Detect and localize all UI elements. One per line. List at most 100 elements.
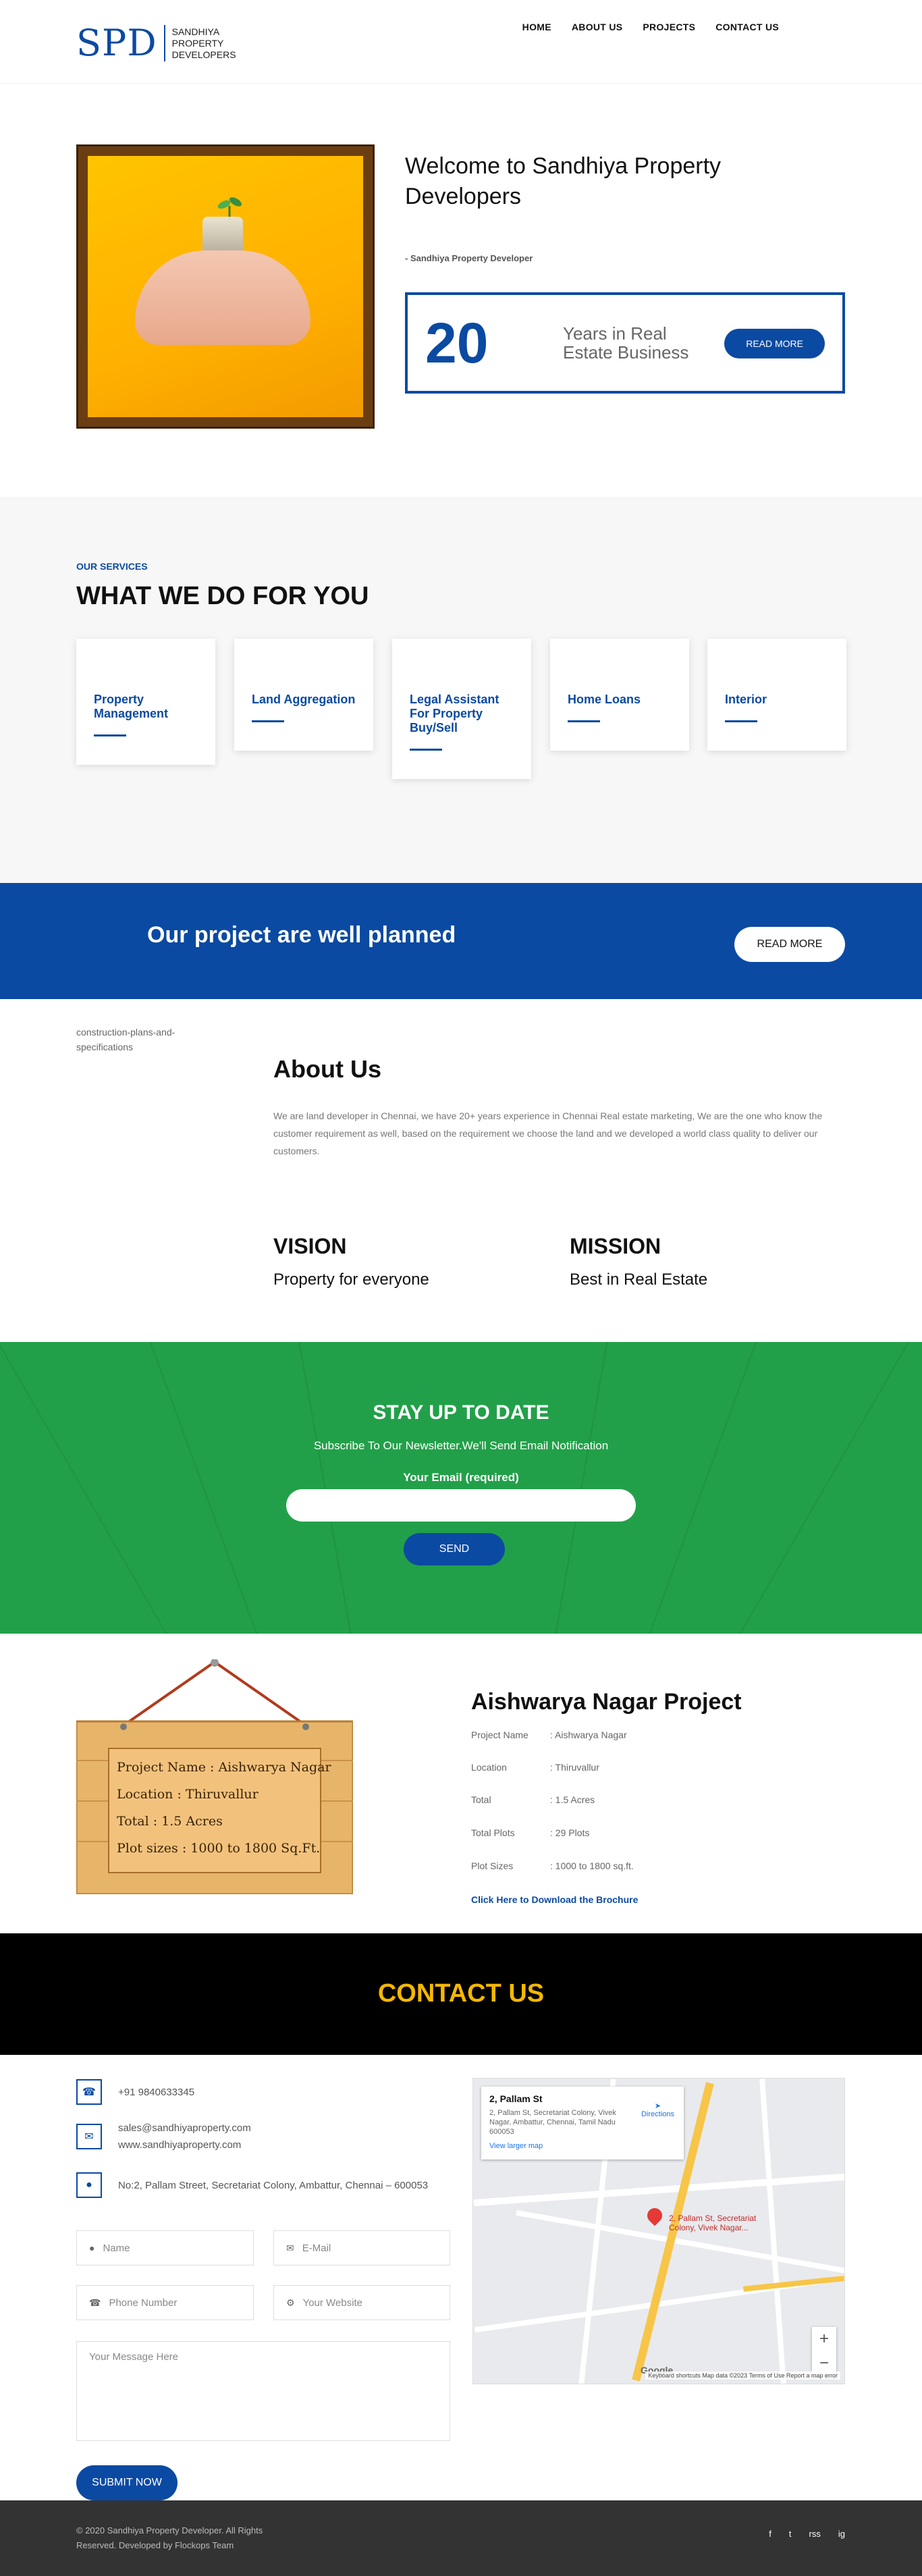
welcome-subtitle: - Sandhiya Property Developer xyxy=(405,253,533,263)
email-label: Your Email (required) xyxy=(403,1471,519,1484)
map-pin-label: 2, Pallam St, Secretariat Colony, Vivek … xyxy=(669,2213,757,2232)
zoom-in-button[interactable]: + xyxy=(812,2327,836,2351)
nav-projects[interactable]: PROJECTS xyxy=(643,22,695,32)
banner-read-more-button[interactable]: READ MORE xyxy=(734,927,845,962)
address-text: No:2, Pallam Street, Secretariat Colony,… xyxy=(118,2179,429,2191)
newsletter-section: STAY UP TO DATE Subscribe To Our Newslet… xyxy=(0,1342,922,1634)
google-map[interactable]: 2, Pallam St 2, Pallam St, Secretariat C… xyxy=(472,2078,845,2384)
service-underline xyxy=(252,720,284,722)
board-line: Total : 1.5 Acres xyxy=(117,1814,223,1829)
row-value: : 1000 to 1800 sq.ft. xyxy=(550,1860,634,1871)
nav-home[interactable]: HOME xyxy=(522,22,551,32)
row-value: : 29 Plots xyxy=(550,1827,590,1838)
social-links: f t rss ig xyxy=(769,2529,845,2539)
vision-text: Property for everyone xyxy=(273,1270,429,1289)
email-field[interactable]: ✉ E-Mail xyxy=(273,2230,450,2265)
nav-about-us[interactable]: ABOUT US xyxy=(572,22,623,32)
bg-ray xyxy=(0,1342,167,1634)
view-larger-map-link[interactable]: View larger map xyxy=(489,2142,676,2150)
map-attribution[interactable]: Keyboard shortcuts Map data ©2023 Terms … xyxy=(645,2371,840,2380)
logo-line: PROPERTY xyxy=(171,37,224,49)
website-field[interactable]: ⚙ Your Website xyxy=(273,2285,450,2320)
board-line: Plot sizes : 1000 to 1800 Sq.Ft. xyxy=(117,1841,320,1856)
page: SPD SANDHIYA PROPERTY DEVELOPERS HOME AB… xyxy=(0,0,922,2576)
twitter-icon[interactable]: t xyxy=(789,2529,792,2539)
logo-line: DEVELOPERS xyxy=(171,49,236,60)
envelope-icon: ✉ xyxy=(286,2242,294,2253)
website-placeholder: Your Website xyxy=(302,2297,362,2309)
map-highway xyxy=(742,2276,844,2292)
services-section: OUR SERVICES WHAT WE DO FOR YOU Property… xyxy=(0,497,922,883)
phone-field[interactable]: ☎ Phone Number xyxy=(76,2285,254,2320)
service-card-interior[interactable]: Interior xyxy=(707,639,846,751)
phone-icon: ☎ xyxy=(89,2297,101,2308)
newsletter-email-input[interactable] xyxy=(286,1489,636,1522)
years-box: 20 Years in Real Estate Business READ MO… xyxy=(405,292,845,394)
phone-number[interactable]: +91 9840633345 xyxy=(118,2084,194,2101)
bg-ray xyxy=(554,1342,609,1634)
name-field[interactable]: ● Name xyxy=(76,2230,254,2265)
message-field[interactable]: Your Message Here xyxy=(76,2341,450,2441)
website-address[interactable]: www.sandhiyaproperty.com xyxy=(118,2137,251,2153)
directions-button[interactable]: ➤ Directions xyxy=(641,2101,674,2118)
service-label: Interior xyxy=(725,693,767,706)
project-row: Project Name: Aishwarya Nagar xyxy=(471,1729,627,1740)
years-text: Years in Real Estate Business xyxy=(563,323,689,363)
map-pin-icon[interactable] xyxy=(644,2205,666,2226)
service-card-legal-assistant[interactable]: Legal Assistant For Property Buy/Sell xyxy=(392,639,531,779)
mission-text: Best in Real Estate xyxy=(570,1270,708,1289)
contact-title: CONTACT US xyxy=(377,1979,545,2008)
read-more-button[interactable]: READ MORE xyxy=(724,329,825,358)
service-card-home-loans[interactable]: Home Loans xyxy=(550,639,689,751)
project-title: Aishwarya Nagar Project xyxy=(471,1689,742,1715)
gear-icon: ⚙ xyxy=(286,2297,295,2308)
bg-ray xyxy=(649,1342,757,1634)
contact-address: ● No:2, Pallam Street, Secretariat Colon… xyxy=(76,2172,428,2198)
banner-text: Our project are well planned xyxy=(147,922,456,948)
row-value: : 1.5 Acres xyxy=(550,1794,595,1805)
bg-ray xyxy=(149,1342,258,1634)
map-road xyxy=(473,2173,844,2207)
hands xyxy=(135,250,310,345)
services-kicker: OUR SERVICES xyxy=(76,561,148,572)
directions-label: Directions xyxy=(641,2110,674,2118)
contact-emails: sales@sandhiyaproperty.com www.sandhiyap… xyxy=(118,2120,251,2153)
row-key: Location xyxy=(471,1762,507,1773)
service-card-property-management[interactable]: Property Management xyxy=(76,639,215,765)
map-pin-icon: ● xyxy=(76,2172,102,2198)
facebook-icon[interactable]: f xyxy=(769,2529,771,2539)
project-row: Total Plots : 29 Plots xyxy=(471,1827,589,1838)
logo[interactable]: SPD SANDHIYA PROPERTY DEVELOPERS xyxy=(76,23,236,63)
site-footer: © 2020 Sandhiya Property Developer. All … xyxy=(0,2500,922,2576)
send-button[interactable]: SEND xyxy=(404,1533,505,1565)
zoom-controls: + − xyxy=(812,2327,836,2376)
map-info-card: 2, Pallam St 2, Pallam St, Secretariat C… xyxy=(481,2087,684,2159)
email-address[interactable]: sales@sandhiyaproperty.com xyxy=(118,2120,251,2137)
row-value: : Aishwarya Nagar xyxy=(550,1729,627,1740)
project-row: Total : 1.5 Acres xyxy=(471,1794,595,1805)
welcome-image-art xyxy=(88,156,363,417)
row-key: Total Plots xyxy=(471,1827,515,1838)
submit-button[interactable]: SUBMIT NOW xyxy=(76,2465,178,2500)
phone-placeholder: Phone Number xyxy=(109,2297,178,2309)
newsletter-subtitle: Subscribe To Our Newsletter.We'll Send E… xyxy=(313,1439,609,1452)
contact-email: ✉ sales@sandhiyaproperty.com www.sandhiy… xyxy=(76,2120,251,2153)
rss-icon[interactable]: rss xyxy=(809,2529,821,2539)
instagram-icon[interactable]: ig xyxy=(838,2529,845,2539)
download-brochure-link[interactable]: Click Here to Download the Brochure xyxy=(471,1894,638,1905)
vision-title: VISION xyxy=(273,1234,347,1258)
service-underline xyxy=(94,734,126,736)
row-key: Plot Sizes xyxy=(471,1860,514,1871)
nav-contact-us[interactable]: CONTACT US xyxy=(715,22,779,32)
logo-mark: SPD xyxy=(76,22,157,64)
service-card-land-aggregation[interactable]: Land Aggregation xyxy=(234,639,373,751)
service-label: Legal Assistant For Property Buy/Sell xyxy=(410,693,499,734)
project-row: Location: Thiruvallur xyxy=(471,1762,599,1773)
row-key: Total xyxy=(471,1794,491,1805)
service-label: Land Aggregation xyxy=(252,693,356,706)
newsletter-title: STAY UP TO DATE xyxy=(373,1401,549,1424)
mission-title: MISSION xyxy=(570,1234,661,1258)
project-signboard: Project Name : Aishwarya Nagar Location … xyxy=(76,1659,353,1894)
years-number: 20 xyxy=(425,311,489,375)
name-placeholder: Name xyxy=(103,2242,130,2254)
